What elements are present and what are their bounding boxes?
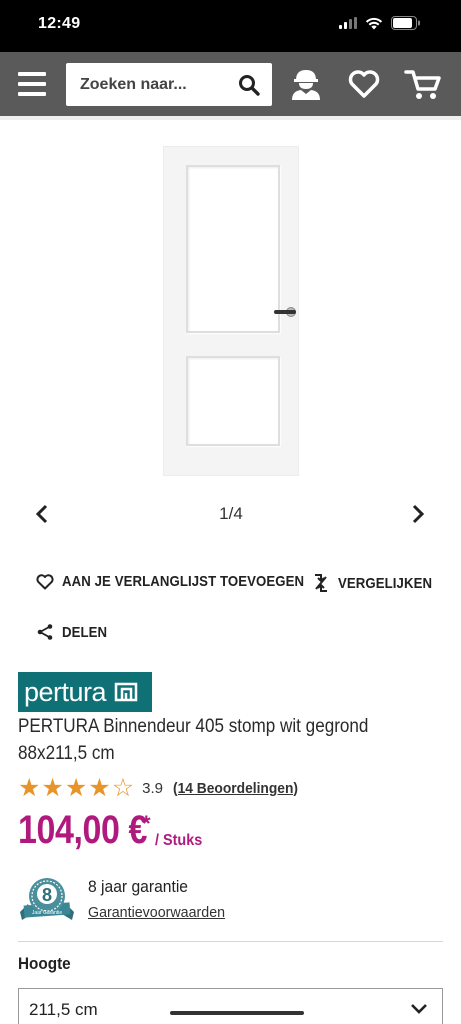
header-shadow bbox=[0, 116, 461, 120]
add-to-wishlist-button[interactable]: AAN JE VERLANGLIJST TOEVOEGEN bbox=[36, 573, 337, 590]
battery-icon bbox=[391, 16, 420, 30]
gallery-counter: 1/4 bbox=[219, 504, 243, 523]
rating-row: ★ ★ ★ ★ ☆ 3.9 (14 Beoordelingen) bbox=[18, 774, 309, 802]
search-icon[interactable] bbox=[238, 74, 260, 96]
rating-value: 3.9 bbox=[142, 779, 163, 797]
share-label: DELEN bbox=[62, 623, 108, 641]
product-title: PERTURA Binnendeur 405 stomp wit gegrond… bbox=[18, 713, 441, 767]
wifi-icon bbox=[365, 17, 383, 29]
search-input[interactable] bbox=[66, 63, 226, 106]
warranty-badge-icon: 8 Jaar Garantie bbox=[20, 878, 74, 920]
rating-stars: ★ ★ ★ ★ ☆ bbox=[18, 774, 135, 802]
star-filled-icon: ★ bbox=[88, 774, 111, 802]
share-icon bbox=[37, 624, 53, 640]
compare-arrows-icon bbox=[315, 574, 327, 592]
star-empty-icon: ☆ bbox=[111, 774, 135, 802]
chevron-down-icon bbox=[411, 1004, 427, 1014]
cart-icon[interactable] bbox=[404, 68, 442, 102]
brand-mark-icon bbox=[114, 682, 138, 702]
price-asterisk: * bbox=[142, 811, 151, 836]
star-filled-icon: ★ bbox=[64, 774, 88, 802]
share-button[interactable]: DELEN bbox=[36, 623, 113, 641]
height-select[interactable]: 211,5 cm bbox=[18, 988, 443, 1024]
warranty-title: 8 jaar garantie bbox=[88, 877, 188, 896]
status-bar: 12:49 bbox=[0, 0, 461, 52]
warranty-terms-link[interactable]: Garantievoorwaarden bbox=[88, 904, 225, 921]
reviews-link[interactable]: (14 Beoordelingen) bbox=[173, 780, 298, 797]
compare-label: VERGELIJKEN bbox=[338, 574, 433, 592]
signal-icon bbox=[339, 17, 357, 29]
product-title-line2: 88x211,5 cm bbox=[18, 743, 115, 764]
home-indicator bbox=[170, 1011, 304, 1015]
product-image[interactable] bbox=[163, 146, 299, 476]
height-selected-value: 211,5 cm bbox=[29, 1000, 98, 1019]
worker-icon[interactable] bbox=[288, 66, 324, 102]
height-label: Hoogte bbox=[18, 954, 71, 973]
hamburger-icon[interactable] bbox=[18, 72, 46, 96]
warranty-badge-number: 8 bbox=[42, 885, 52, 905]
chevron-right-icon[interactable] bbox=[410, 503, 426, 525]
site-header bbox=[0, 52, 461, 116]
section-divider bbox=[18, 941, 443, 942]
heart-icon[interactable] bbox=[348, 69, 380, 99]
price-unit: / Stuks bbox=[155, 832, 203, 849]
search-box bbox=[66, 63, 272, 106]
door-lower-panel bbox=[186, 356, 280, 446]
product-title-line1: PERTURA Binnendeur 405 stomp wit gegrond bbox=[18, 716, 369, 737]
heart-outline-icon bbox=[36, 573, 54, 589]
star-filled-icon: ★ bbox=[18, 774, 41, 802]
chevron-left-icon[interactable] bbox=[34, 503, 50, 525]
price: 104,00 € bbox=[18, 808, 147, 852]
wishlist-label: AAN JE VERLANGLIJST TOEVOEGEN bbox=[62, 573, 305, 590]
status-icons bbox=[339, 16, 421, 30]
brand-wordmark: pertura bbox=[24, 676, 107, 707]
warranty-badge-text: Jaar Garantie bbox=[32, 910, 63, 916]
status-time: 12:49 bbox=[38, 15, 81, 32]
compare-button[interactable]: VERGELIJKEN bbox=[312, 573, 445, 593]
door-handle bbox=[274, 310, 296, 314]
brand-logo[interactable]: pertura bbox=[18, 672, 152, 712]
door-upper-panel bbox=[186, 165, 280, 333]
star-filled-icon: ★ bbox=[41, 774, 64, 802]
price-row: 104,00 € * / Stuks bbox=[18, 808, 202, 853]
